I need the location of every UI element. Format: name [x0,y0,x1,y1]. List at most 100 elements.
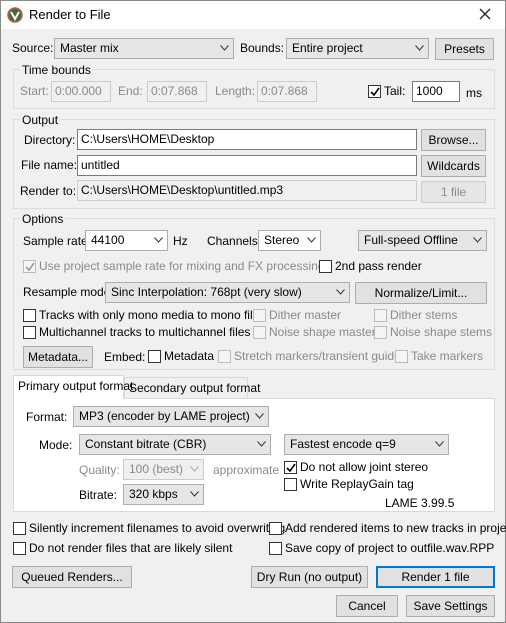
metadata-button[interactable]: Metadata... [23,346,93,368]
sample-rate-label: Sample rate: [23,234,92,248]
take-markers-label: Take markers [411,349,484,363]
bitrate-value: 320 kbps [129,487,178,501]
stretch-markers-label: Stretch markers/transient guides [234,349,407,363]
checkmark-icon [286,463,296,473]
directory-field[interactable]: C:\Users\HOME\Desktop [77,129,417,150]
use-project-rate-label: Use project sample rate for mixing and F… [39,259,325,273]
dry-run-button[interactable]: Dry Run (no output) [251,566,368,588]
source-select[interactable]: Master mix [54,38,234,59]
channels-label: Channels: [207,234,262,248]
tail-label: Tail: [384,84,406,98]
output-title: Output [20,113,61,127]
options-title: Options [20,212,66,226]
title-bar: Render to File [1,1,505,29]
source-value: Master mix [60,41,119,55]
embed-label: Embed: [104,350,146,364]
length-label: Length: [215,84,256,98]
cancel-button[interactable]: Cancel [336,595,398,617]
chevron-down-icon [190,466,199,474]
sample-rate-unit: Hz [173,234,188,248]
encode-speed-value: Fastest encode q=9 [290,437,396,451]
embed-metadata-label: Metadata [164,349,215,363]
chevron-down-icon [257,441,266,449]
no-joint-stereo-label: Do not allow joint stereo [300,460,429,474]
wildcards-button[interactable]: Wildcards [421,155,486,177]
end-field[interactable]: 0:07.868 [147,81,207,102]
tab-secondary-format[interactable]: Secondary output format [124,377,260,399]
render-speed-select[interactable]: Full-speed Offline [358,230,487,251]
format-value: MP3 (encoder by LAME project) [79,409,250,423]
use-project-rate-checkbox[interactable] [23,260,36,273]
mono-tracks-checkbox[interactable] [23,309,36,322]
replaygain-label: Write ReplayGain tag [300,477,414,491]
second-pass-checkbox[interactable] [319,260,332,273]
tail-unit: ms [466,86,482,100]
render-dialog: Render to File Source: Master mix Bounds… [0,0,506,623]
sample-rate-select[interactable]: 44100 [85,230,168,251]
mode-select[interactable]: Constant bitrate (CBR) [79,434,271,455]
channels-value: Stereo [264,233,300,247]
browse-button[interactable]: Browse... [421,129,486,151]
bounds-label: Bounds: [240,41,285,55]
take-markers-checkbox[interactable] [395,350,408,363]
dither-stems-checkbox[interactable] [374,309,387,322]
mode-label: Mode: [39,438,73,452]
save-settings-button[interactable]: Save Settings [406,595,495,617]
no-joint-stereo-checkbox[interactable] [284,461,297,474]
bitrate-label: Bitrate: [79,488,118,502]
quality-label: Quality: [79,463,120,477]
render-speed-value: Full-speed Offline [364,233,458,247]
noise-stems-checkbox[interactable] [374,326,387,339]
save-copy-label: Save copy of project to outfile.wav.RPP [285,541,495,555]
no-silent-label: Do not render files that are likely sile… [29,541,233,555]
lame-version: LAME 3.99.5 [385,496,455,510]
time-bounds-title: Time bounds [20,63,93,77]
embed-metadata-checkbox[interactable] [148,350,161,363]
format-select[interactable]: MP3 (encoder by LAME project) [73,406,269,427]
mono-tracks-label: Tracks with only mono media to mono file [39,308,260,322]
dither-master-checkbox[interactable] [253,309,266,322]
save-copy-checkbox[interactable] [269,542,282,555]
encode-speed-select[interactable]: Fastest encode q=9 [284,434,449,455]
quality-value: 100 (best) [129,462,184,476]
start-field[interactable]: 0:00.000 [51,81,111,102]
resample-value: Sinc Interpolation: 768pt (very slow) [111,285,302,299]
end-label: End: [118,84,143,98]
replaygain-checkbox[interactable] [284,478,297,491]
multichannel-checkbox[interactable] [23,326,36,339]
bounds-value: Entire project [292,41,363,55]
chevron-down-icon [307,237,316,245]
multichannel-label: Multichannel tracks to multichannel file… [39,325,251,339]
file-count-button: 1 file [421,181,486,203]
chevron-down-icon [190,491,199,499]
increment-filenames-checkbox[interactable] [13,522,26,535]
render-button[interactable]: Render 1 file [376,566,495,588]
source-label: Source: [12,41,54,55]
close-button[interactable] [471,3,499,27]
dither-stems-label: Dither stems [390,308,458,322]
filename-field[interactable]: untitled [77,155,417,176]
render-to-label: Render to: [20,184,77,198]
stretch-markers-checkbox[interactable] [218,350,231,363]
bitrate-select[interactable]: 320 kbps [123,484,204,505]
bounds-select[interactable]: Entire project [286,38,429,59]
no-silent-checkbox[interactable] [13,542,26,555]
length-field[interactable]: 0:07.868 [257,81,317,102]
tab-primary-format[interactable]: Primary output format [13,375,133,399]
reaper-logo-icon [7,7,23,23]
quality-hint: approximate [213,463,280,477]
tail-field[interactable]: 1000 [412,81,460,102]
tail-checkbox[interactable] [368,85,381,98]
increment-filenames-label: Silently increment filenames to avoid ov… [29,521,286,535]
noise-master-checkbox[interactable] [253,326,266,339]
presets-button[interactable]: Presets [435,38,494,60]
window-title: Render to File [29,7,111,22]
queued-renders-button[interactable]: Queued Renders... [12,566,132,588]
resample-select[interactable]: Sinc Interpolation: 768pt (very slow) [105,282,350,303]
second-pass-label: 2nd pass render [335,259,422,273]
noise-stems-label: Noise shape stems [390,325,493,339]
add-tracks-checkbox[interactable] [269,522,282,535]
quality-select[interactable]: 100 (best) [123,459,204,480]
normalize-button[interactable]: Normalize/Limit... [355,282,487,304]
channels-select[interactable]: Stereo [258,230,321,251]
